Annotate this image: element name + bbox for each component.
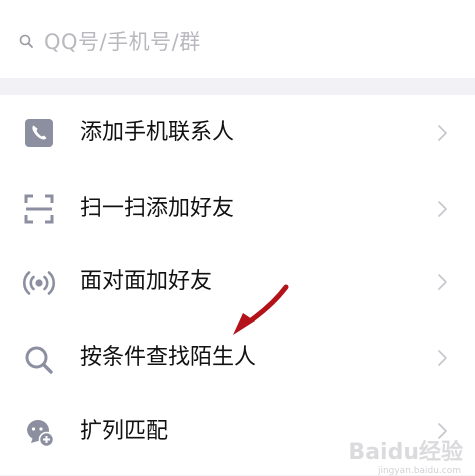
chevron-right-icon: [438, 201, 447, 217]
phone-icon: [25, 119, 53, 147]
menu-item-label: 面对面加好友: [80, 269, 213, 294]
search-icon: [25, 346, 53, 374]
search-input[interactable]: QQ号/手机号/群: [0, 0, 475, 78]
menu-item-label: 添加手机联系人: [80, 120, 235, 145]
search-placeholder: QQ号/手机号/群: [44, 30, 201, 54]
face-to-face-signal-icon: [22, 271, 56, 295]
chevron-right-icon: [438, 423, 447, 439]
scan-icon: [24, 194, 54, 224]
menu-item-label: 按条件查找陌生人: [80, 345, 257, 370]
menu-item-label: 扫一扫添加好友: [80, 196, 235, 221]
watermark-text: Baidu经验: [348, 440, 463, 465]
search-icon: [19, 34, 33, 48]
chevron-right-icon: [438, 274, 447, 290]
menu-item-add-phone-contacts[interactable]: 添加手机联系人: [0, 95, 475, 171]
menu-item-scan-add-friend[interactable]: 扫一扫添加好友: [0, 171, 475, 247]
menu-item-label: 扩列匹配: [80, 419, 169, 444]
match-bubble-icon: [27, 420, 55, 448]
annotation-arrow: [233, 284, 289, 335]
search-section: QQ号/手机号/群: [0, 0, 475, 78]
chevron-right-icon: [438, 125, 447, 141]
chevron-right-icon: [438, 350, 447, 366]
watermark: Baidu经验: [348, 441, 463, 465]
